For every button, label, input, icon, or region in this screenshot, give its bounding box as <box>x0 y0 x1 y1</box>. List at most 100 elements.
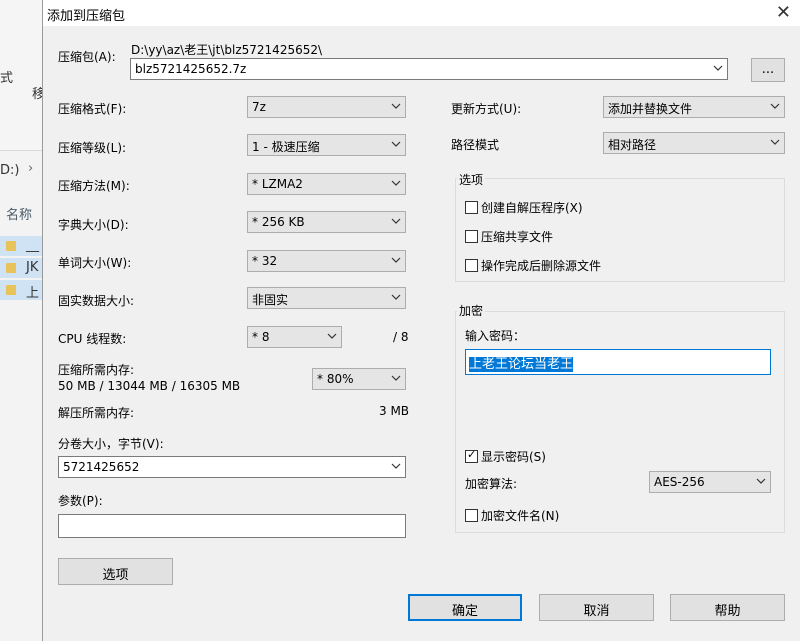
checkbox-icon[interactable] <box>465 201 478 214</box>
dialog-title: 添加到压缩包 <box>47 9 126 24</box>
check-icon: ✓ <box>467 448 477 461</box>
chevron-down-icon[interactable] <box>391 461 401 471</box>
password-input[interactable]: 上老王论坛当老王 <box>465 349 771 375</box>
chevron-down-icon[interactable] <box>756 476 766 486</box>
ribbon-label-1[interactable]: 式 <box>0 67 13 86</box>
update-mode-value: 添加并替换文件 <box>608 102 693 116</box>
compress-memory-label: 压缩所需内存: <box>58 363 135 377</box>
checkbox-icon[interactable] <box>465 509 478 522</box>
threads-max: / 8 <box>393 330 409 344</box>
method-select[interactable]: * LZMA2 <box>247 173 406 195</box>
algorithm-value: AES-256 <box>654 475 705 489</box>
chevron-down-icon[interactable] <box>391 178 401 188</box>
decompress-memory-value: 3 MB <box>379 404 410 418</box>
folder-icon <box>6 241 16 251</box>
chevron-down-icon[interactable] <box>391 216 401 226</box>
folder-icon <box>6 285 16 295</box>
options-button[interactable]: 选项 <box>58 558 173 585</box>
compress-memory-detail: 50 MB / 13044 MB / 16305 MB <box>58 379 241 393</box>
show-password-label: 显示密码(S) <box>481 450 546 464</box>
dictionary-select[interactable]: * 256 KB <box>247 211 406 233</box>
list-item[interactable]: __ <box>0 236 42 256</box>
browse-button[interactable]: ... <box>751 58 785 82</box>
checkbox-icon[interactable]: ✓ <box>465 448 478 463</box>
chevron-down-icon[interactable] <box>391 255 401 265</box>
word-size-label: 单词大小(W): <box>58 256 132 270</box>
path-chevron-icon[interactable]: › <box>28 161 33 176</box>
path-mode-value: 相对路径 <box>608 138 657 152</box>
folder-icon <box>6 263 16 273</box>
delete-after-checkbox[interactable]: 操作完成后删除源文件 <box>465 257 601 274</box>
level-label: 压缩等级(L): <box>58 141 127 155</box>
list-item-label: __ <box>26 238 39 253</box>
dialog-titlebar[interactable]: 添加到压缩包 ✕ <box>43 0 800 26</box>
format-select[interactable]: 7z <box>247 96 406 118</box>
threads-value: * 8 <box>252 330 270 344</box>
split-size-combobox[interactable]: 5721425652 <box>58 456 406 478</box>
compress-shared-label: 压缩共享文件 <box>481 230 554 244</box>
update-mode-select[interactable]: 添加并替换文件 <box>603 96 785 118</box>
path-mode-label: 路径模式 <box>451 138 500 152</box>
list-item[interactable]: JK <box>0 258 42 278</box>
explorer-ribbon: 式 移 <box>0 0 45 151</box>
cancel-button[interactable]: 取消 <box>539 594 654 621</box>
update-mode-label: 更新方式(U): <box>451 102 522 116</box>
column-header-name[interactable]: 名称 <box>6 204 32 223</box>
encryption-group-title: 加密 <box>457 302 486 319</box>
close-icon[interactable]: ✕ <box>776 2 791 23</box>
ok-button[interactable]: 确定 <box>408 594 522 621</box>
threads-select[interactable]: * 8 <box>247 326 342 348</box>
chevron-down-icon[interactable] <box>713 63 723 73</box>
word-size-select[interactable]: * 32 <box>247 250 406 272</box>
archive-name-value: blz5721425652.7z <box>135 62 247 76</box>
encrypt-names-label: 加密文件名(N) <box>481 509 560 523</box>
format-value: 7z <box>252 100 266 114</box>
parameters-input[interactable] <box>58 514 406 538</box>
archive-name-combobox[interactable]: blz5721425652.7z <box>130 58 728 80</box>
add-to-archive-dialog: 添加到压缩包 ✕ 压缩包(A): D:\yy\az\老王\jt\blz57214… <box>42 0 800 641</box>
sfx-checkbox[interactable]: 创建自解压程序(X) <box>465 199 583 216</box>
explorer-path[interactable]: D:) <box>0 163 19 178</box>
delete-after-label: 操作完成后删除源文件 <box>481 259 602 273</box>
memory-percent-select[interactable]: * 80% <box>312 368 406 390</box>
method-value: * LZMA2 <box>252 177 303 191</box>
options-group-title: 选项 <box>457 171 486 188</box>
compress-shared-checkbox[interactable]: 压缩共享文件 <box>465 228 553 245</box>
split-size-value: 5721425652 <box>63 460 140 474</box>
archive-label: 压缩包(A): <box>58 50 116 64</box>
threads-label: CPU 线程数: <box>58 332 127 346</box>
chevron-down-icon[interactable] <box>391 101 401 111</box>
chevron-down-icon[interactable] <box>770 137 780 147</box>
password-value: 上老王论坛当老王 <box>469 357 574 372</box>
level-value: 1 - 极速压缩 <box>252 140 320 154</box>
solid-block-value: 非固实 <box>252 293 289 307</box>
password-label: 输入密码： <box>465 329 526 343</box>
algorithm-select[interactable]: AES-256 <box>649 471 771 493</box>
memory-percent-value: * 80% <box>317 372 354 386</box>
chevron-down-icon[interactable] <box>391 373 401 383</box>
parameters-label: 参数(P): <box>58 494 103 508</box>
method-label: 压缩方法(M): <box>58 179 130 193</box>
dictionary-label: 字典大小(D): <box>58 218 129 232</box>
encrypt-names-checkbox[interactable]: 加密文件名(N) <box>465 507 559 524</box>
solid-block-select[interactable]: 非固实 <box>247 287 406 309</box>
word-size-value: * 32 <box>252 254 278 268</box>
list-item-label: 上 <box>26 286 40 301</box>
checkbox-icon[interactable] <box>465 259 478 272</box>
level-select[interactable]: 1 - 极速压缩 <box>247 134 406 156</box>
chevron-down-icon[interactable] <box>391 292 401 302</box>
algorithm-label: 加密算法: <box>465 477 518 491</box>
decompress-memory-label: 解压所需内存: <box>58 406 135 420</box>
format-label: 压缩格式(F): <box>58 102 127 116</box>
dictionary-value: * 256 KB <box>252 215 305 229</box>
list-item[interactable]: 上 <box>0 280 42 301</box>
chevron-down-icon[interactable] <box>770 101 780 111</box>
chevron-down-icon[interactable] <box>391 139 401 149</box>
path-mode-select[interactable]: 相对路径 <box>603 132 785 154</box>
checkbox-icon[interactable] <box>465 230 478 243</box>
background-explorer-window: 式 移 D:) › 名称 __ JK 上 <box>0 0 45 641</box>
chevron-down-icon[interactable] <box>327 331 337 341</box>
help-button[interactable]: 帮助 <box>670 594 785 621</box>
show-password-checkbox[interactable]: ✓ 显示密码(S) <box>465 448 546 465</box>
solid-block-label: 固实数据大小: <box>58 294 135 308</box>
